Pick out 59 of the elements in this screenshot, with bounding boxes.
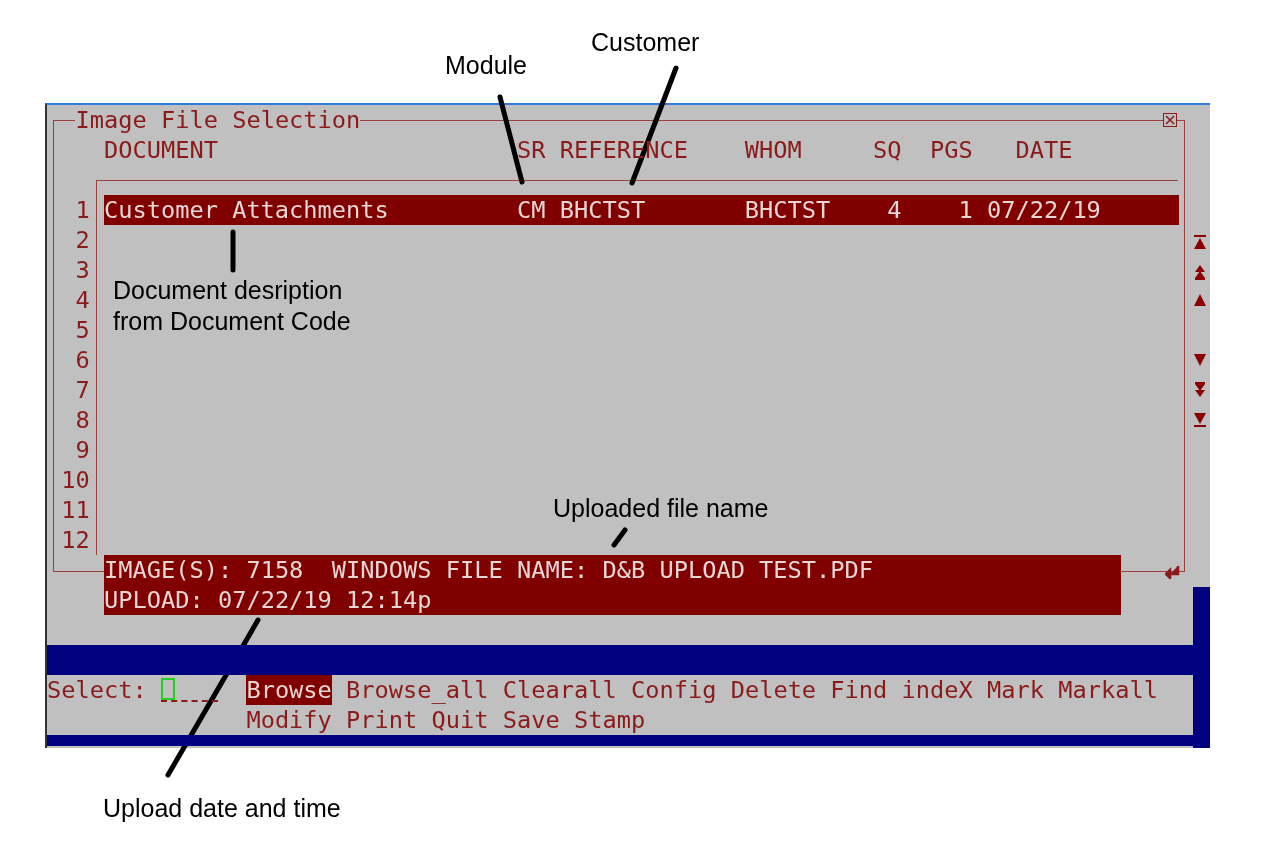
row-number: 8 — [74, 405, 90, 435]
row-number: 11 — [60, 495, 90, 525]
menu-command[interactable]: Config — [630, 675, 717, 705]
menu-command[interactable]: Markall — [1058, 675, 1158, 705]
scroll-up-icon[interactable] — [1193, 292, 1207, 308]
page-down-icon[interactable] — [1193, 382, 1207, 398]
table-cell-text: CM — [516, 195, 547, 225]
menu-command[interactable]: Browse — [246, 675, 332, 705]
row-number: 7 — [74, 375, 90, 405]
row-number: 12 — [60, 525, 90, 555]
annotation-label: Document desription from Document Code — [113, 275, 351, 337]
row-number: 3 — [74, 255, 90, 285]
table-cell-text: Customer Attachments — [103, 195, 390, 225]
row-number: 5 — [74, 315, 90, 345]
table-cell-text: 4 — [886, 195, 902, 225]
table-cell: 07/22/19 — [986, 195, 1101, 225]
table-row[interactable]: Customer Attachments CM BHCTST BHCTST 4 1 07/22/19 — [103, 195, 1180, 225]
column-header: DATE — [1014, 135, 1074, 165]
menu-command[interactable]: Clearall — [502, 675, 617, 705]
annotation-label: Customer — [591, 27, 700, 58]
column-header: PGS — [930, 135, 973, 165]
leader-line — [230, 229, 236, 273]
menu-command[interactable]: Browse_all — [346, 675, 489, 705]
scroll-down-icon[interactable] — [1193, 352, 1207, 368]
scroll-bottom-icon[interactable] — [1193, 412, 1207, 428]
row-number: 1 — [74, 195, 90, 225]
return-icon — [1165, 565, 1181, 579]
menu-command[interactable]: Quit — [431, 705, 489, 735]
row-number: 10 — [60, 465, 90, 495]
row-number: 2 — [74, 225, 90, 255]
menu-command[interactable]: Modify — [246, 705, 332, 735]
leader-line — [611, 527, 628, 548]
menu-command[interactable]: Find — [830, 675, 888, 705]
page-up-icon[interactable] — [1193, 264, 1207, 280]
table-cell-text: BHCTST — [744, 195, 832, 225]
menu-command[interactable]: Mark — [987, 675, 1044, 705]
detail-text: UPLOAD: 07/22/19 12:14p — [103, 585, 432, 615]
menu-command[interactable]: Delete — [730, 675, 817, 705]
column-header: DOCUMENT — [103, 135, 219, 165]
column-header: SR — [517, 135, 547, 165]
column-header: WHOM — [744, 135, 803, 165]
menu-command[interactable]: indeX — [901, 675, 973, 705]
input-field[interactable] — [160, 678, 218, 702]
detail-text: IMAGE(S): 7158 WINDOWS FILE NAME: D&B UPLOAD TEST.PDF — [103, 555, 874, 585]
row-number: 4 — [74, 285, 90, 315]
annotation-label: Module — [445, 50, 527, 81]
menu-command[interactable]: Print — [346, 705, 418, 735]
table-cell-text: BHCTST — [559, 195, 647, 225]
annotation-label: Uploaded file name — [553, 493, 769, 524]
table-cell-text: 1 — [957, 195, 973, 225]
menu-command[interactable]: Save — [502, 705, 560, 735]
scroll-top-icon[interactable] — [1193, 234, 1207, 250]
prompt-label: Select: — [47, 675, 147, 705]
row-number: 6 — [74, 345, 90, 375]
column-header: SQ — [873, 135, 902, 165]
close-icon[interactable] — [1163, 113, 1177, 127]
row-number: 9 — [74, 435, 90, 465]
menu-command[interactable]: Stamp — [574, 705, 646, 735]
annotation-label: Upload date and time — [103, 793, 341, 824]
